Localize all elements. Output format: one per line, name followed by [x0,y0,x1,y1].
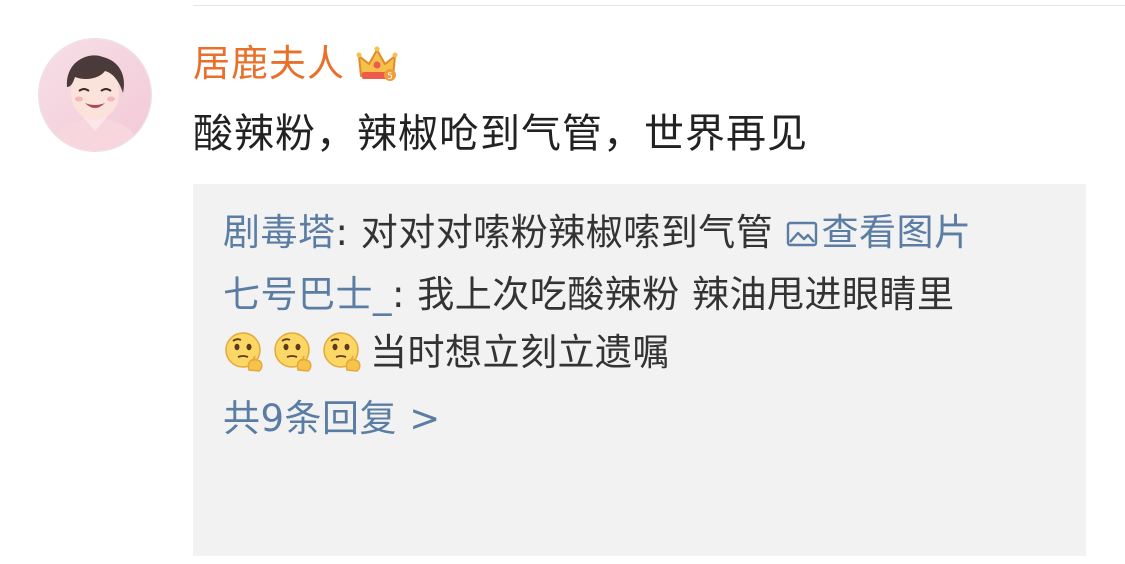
reply-author-link[interactable]: 剧毒塔 [223,211,336,254]
image-icon [786,207,818,247]
thinking-face-emoji [272,330,316,374]
crown-vip-icon[interactable]: 5 [355,42,399,86]
more-replies-link[interactable]: 共9条回复 > [223,390,441,448]
thinking-face-emoji [223,330,267,374]
svg-text:5: 5 [387,72,393,82]
reply-author-link[interactable]: 七号巴士_ [223,273,392,316]
thinking-face-emoji [321,330,365,374]
reply-item[interactable]: 剧毒塔: 对对对嗦粉辣椒嗦到气管 查看图片 [223,204,1056,262]
avatar[interactable] [38,38,152,152]
comment-body: 酸辣粉，辣椒呛到气管，世界再见 [193,111,808,157]
reply-separator: : [392,273,418,316]
username-link[interactable]: 居鹿夫人 [193,34,345,94]
reply-text: 我上次吃酸辣粉 辣油甩进眼睛里 [417,273,955,316]
reply-item[interactable]: 七号巴士_: 我上次吃酸辣粉 辣油甩进眼睛里当时想立刻立遗嘱 [223,266,1056,382]
view-image-link[interactable] [786,211,822,254]
reply-text: 当时想立刻立遗嘱 [370,331,670,374]
divider [193,5,1125,6]
view-image-label[interactable]: 查看图片 [822,211,972,254]
reply-separator: : [335,211,361,254]
replies-panel[interactable]: 剧毒塔: 对对对嗦粉辣椒嗦到气管 查看图片 七号巴士_: 我上次吃酸辣粉 辣油甩… [193,184,1086,556]
comment-header: 居鹿夫人 5 [193,34,399,94]
comment-card: 居鹿夫人 5 酸辣粉，辣椒呛到气管，世界再见 剧毒塔: 对对对嗦粉辣椒嗦到气管 … [0,0,1125,564]
avatar-illustration [39,39,151,151]
reply-text: 对对对嗦粉辣椒嗦到气管 [360,211,786,254]
